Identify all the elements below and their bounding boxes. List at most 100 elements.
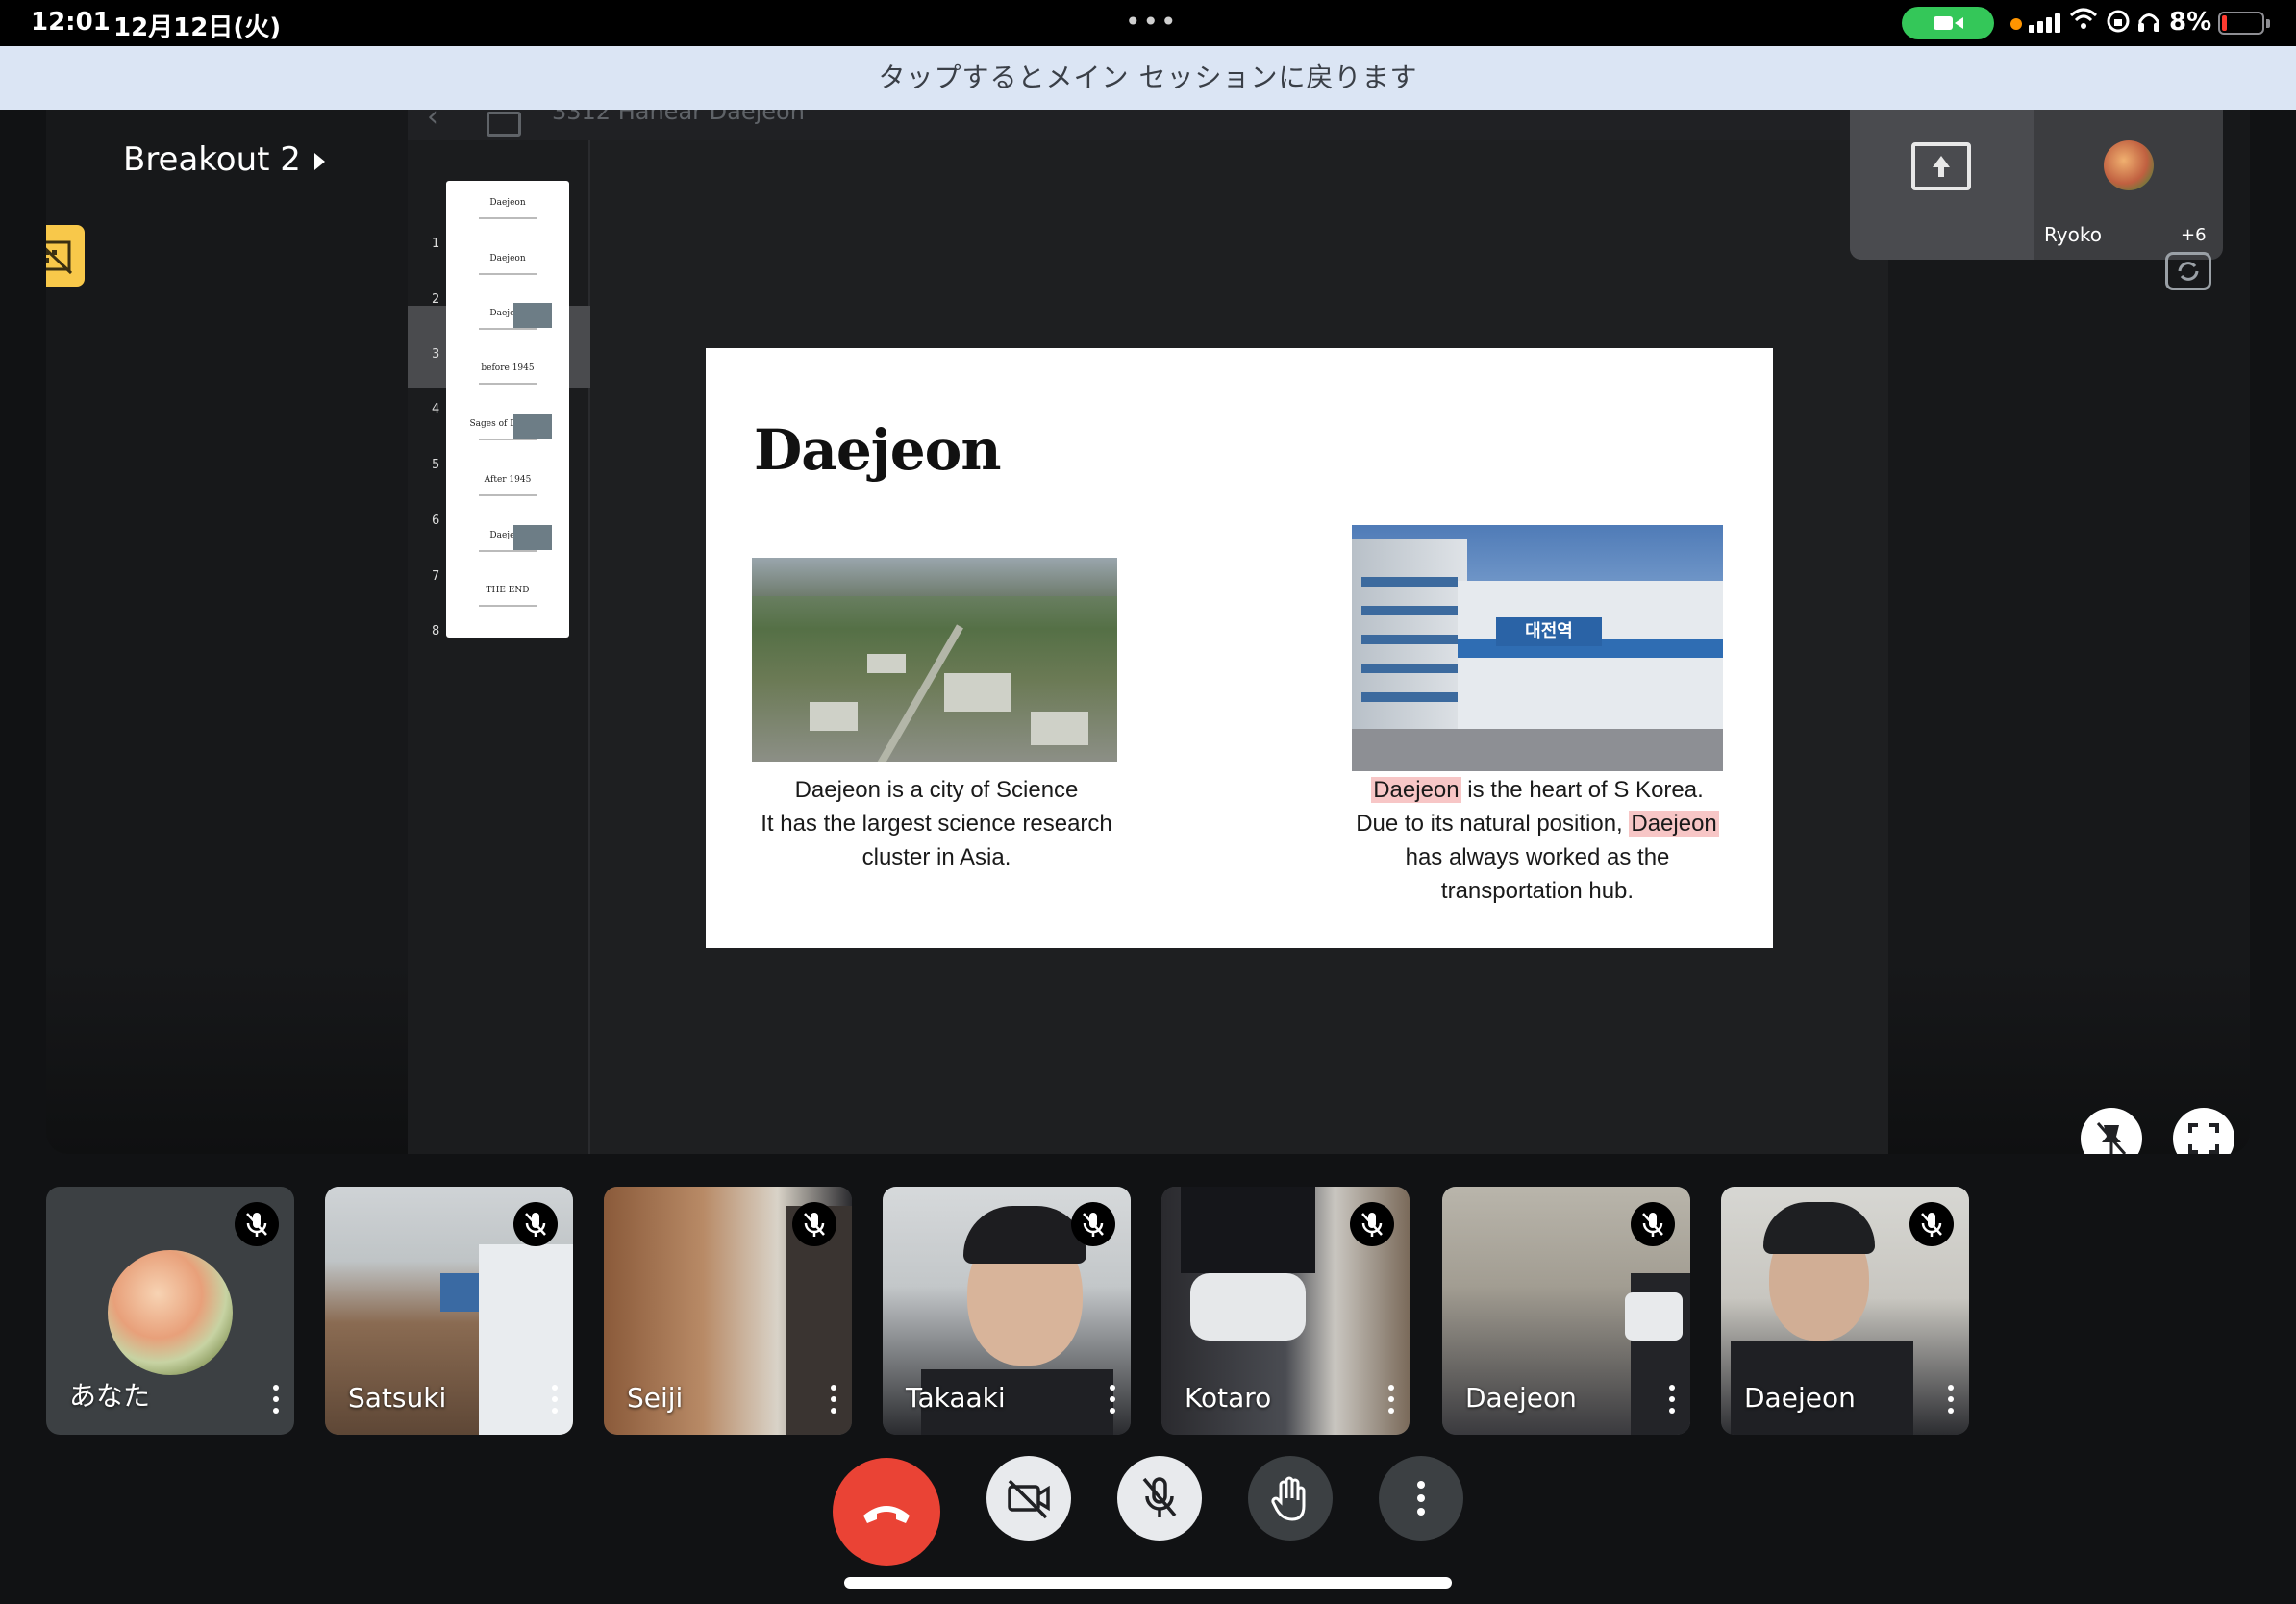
cellular-signal-icon — [2029, 12, 2063, 33]
participant-tile[interactable]: Seiji — [604, 1187, 852, 1435]
battery-icon — [2218, 12, 2270, 35]
more-options-button[interactable] — [1379, 1456, 1463, 1541]
caption-line: transportation hub. — [1440, 878, 1635, 904]
avatar — [2104, 140, 2154, 190]
layout-icon — [487, 112, 521, 137]
caption-text: Due to its natural position, — [1356, 811, 1630, 837]
end-call-icon — [863, 1506, 910, 1523]
participant-name: Daejeon — [1465, 1382, 1577, 1414]
science-city-aerial-photo — [752, 558, 1117, 762]
more-vert-icon[interactable] — [273, 1385, 279, 1414]
rotation-lock-icon — [2106, 9, 2131, 34]
more-vert-icon[interactable] — [552, 1385, 558, 1414]
share-title: 3312 Hanear Daejeon — [552, 110, 805, 125]
participant-name: Daejeon — [1744, 1382, 1856, 1414]
more-participants-count[interactable]: +6 — [2181, 225, 2207, 245]
camera-in-use-icon[interactable] — [1902, 7, 1994, 39]
fullscreen-button[interactable] — [2173, 1108, 2234, 1154]
thumbnail-number: 2 — [432, 292, 440, 307]
mic-toggle-button[interactable] — [1117, 1456, 1202, 1541]
status-bar: 12:01 12月12日(火) ••• 8% — [0, 0, 2296, 46]
share-topbar: ‹ 3312 Hanear Daejeon — [408, 110, 1888, 140]
mic-off-icon — [1909, 1202, 1954, 1246]
mic-off-icon — [1071, 1202, 1115, 1246]
caption-line: Daejeon is the heart of S Korea. — [1321, 773, 1754, 807]
slide-title: Daejeon — [754, 417, 1002, 483]
participant-tile[interactable]: Daejeon — [1721, 1187, 1969, 1435]
participant-tile[interactable]: Satsuki — [325, 1187, 573, 1435]
participant-tile[interactable]: Takaaki — [883, 1187, 1131, 1435]
highlight: Daejeon — [1371, 777, 1461, 803]
participant-name: Seiji — [627, 1382, 684, 1414]
participant-name: Takaaki — [906, 1382, 1006, 1414]
participant-name: Kotaro — [1185, 1382, 1272, 1414]
caret-right-icon — [313, 152, 325, 170]
thumbnail-number: 1 — [432, 237, 440, 251]
present-screen-icon — [1911, 142, 1971, 190]
highlight: Daejeon — [1629, 811, 1719, 837]
more-vert-icon[interactable] — [831, 1385, 836, 1414]
mic-off-icon — [1350, 1202, 1394, 1246]
participant-name: あなた — [69, 1380, 151, 1412]
camera-toggle-button[interactable] — [986, 1456, 1071, 1541]
thumbnail-number: 8 — [432, 624, 440, 639]
participant-tile[interactable]: Kotaro — [1161, 1187, 1410, 1435]
raise-hand-icon — [1271, 1476, 1306, 1521]
camera-off-icon — [1008, 1479, 1050, 1519]
mic-off-icon — [513, 1202, 558, 1246]
current-slide: Daejeon 대전역 Daejeon is a city of Science… — [706, 348, 1773, 948]
self-preview-tile[interactable]: Ryoko +6 — [1850, 110, 2223, 260]
station-sign: 대전역 — [1496, 617, 1602, 646]
more-vert-icon[interactable] — [1388, 1385, 1394, 1414]
presenting-panel — [1850, 110, 2034, 260]
participant-tile[interactable]: あなた — [46, 1187, 294, 1435]
end-call-button[interactable] — [833, 1458, 940, 1566]
thumbnail-number: 6 — [432, 514, 440, 528]
slide-thumbnail[interactable]: THE END — [446, 568, 569, 638]
raise-hand-button[interactable] — [1248, 1456, 1333, 1541]
mic-off-icon — [1631, 1202, 1675, 1246]
caption-text: is the heart of S Korea. — [1460, 777, 1704, 803]
more-vert-icon — [1417, 1481, 1425, 1516]
main-stage: Breakout 2 ‹ 3312 Hanear Daejeon Daejeon… — [46, 110, 2250, 1154]
unpin-button[interactable] — [2081, 1108, 2142, 1154]
multitask-dots[interactable]: ••• — [1125, 6, 1179, 38]
thumbnail-title: THE END — [486, 586, 530, 595]
flip-camera-icon[interactable] — [2165, 252, 2211, 290]
caption-line: cluster in Asia. — [861, 844, 1011, 870]
mic-off-icon — [235, 1202, 279, 1246]
battery-percent: 8% — [2169, 8, 2212, 37]
more-vert-icon[interactable] — [1948, 1385, 1954, 1414]
more-vert-icon[interactable] — [1669, 1385, 1675, 1414]
thumbnail-number: 7 — [432, 569, 440, 584]
thumbnail-title: before 1945 — [481, 363, 535, 373]
mic-off-icon — [1142, 1477, 1177, 1517]
back-arrow-icon: ‹ — [427, 110, 438, 134]
thumbnail-number: 5 — [432, 458, 440, 472]
mic-in-use-dot — [2010, 18, 2022, 30]
slide-caption-right: Daejeon is the heart of S Korea. Due to … — [1321, 773, 1754, 908]
shared-screen[interactable]: ‹ 3312 Hanear Daejeon Daejeon 1 Daejeon 2 Da… — [408, 110, 2223, 1154]
caption-line: has always worked as the — [1405, 844, 1670, 870]
participant-name: Ryoko — [2044, 223, 2102, 246]
status-date: 12月12日(火) — [113, 13, 282, 42]
caption-line: It has the largest science research — [761, 811, 1112, 837]
thumbnail-title: After 1945 — [484, 475, 532, 485]
caption-line: Due to its natural position, Daejeon — [1321, 807, 1754, 840]
status-time: 12:01 — [31, 8, 111, 37]
caption-line: Daejeon is a city of Science — [794, 777, 1079, 803]
hide-tiles-icon[interactable] — [46, 225, 85, 287]
mic-off-icon — [792, 1202, 836, 1246]
thumbnail-title: Daejeon — [489, 254, 526, 263]
daejeon-station-photo: 대전역 — [1352, 525, 1723, 771]
participant-name: Satsuki — [348, 1382, 447, 1414]
more-vert-icon[interactable] — [1110, 1385, 1115, 1414]
slide-thumbnail-panel: Daejeon 1 Daejeon 2 Daejeon 3 before 1945 4 Sage… — [408, 140, 590, 1154]
headphones-icon — [2136, 9, 2161, 34]
avatar — [108, 1250, 233, 1375]
participant-tile[interactable]: Daejeon — [1442, 1187, 1690, 1435]
return-to-main-session-banner[interactable]: タップするとメイン セッションに戻ります — [0, 46, 2296, 110]
thumbnail-number: 3 — [432, 347, 440, 362]
home-indicator[interactable] — [844, 1577, 1452, 1589]
breakout-room-selector[interactable]: Breakout 2 — [123, 140, 325, 179]
